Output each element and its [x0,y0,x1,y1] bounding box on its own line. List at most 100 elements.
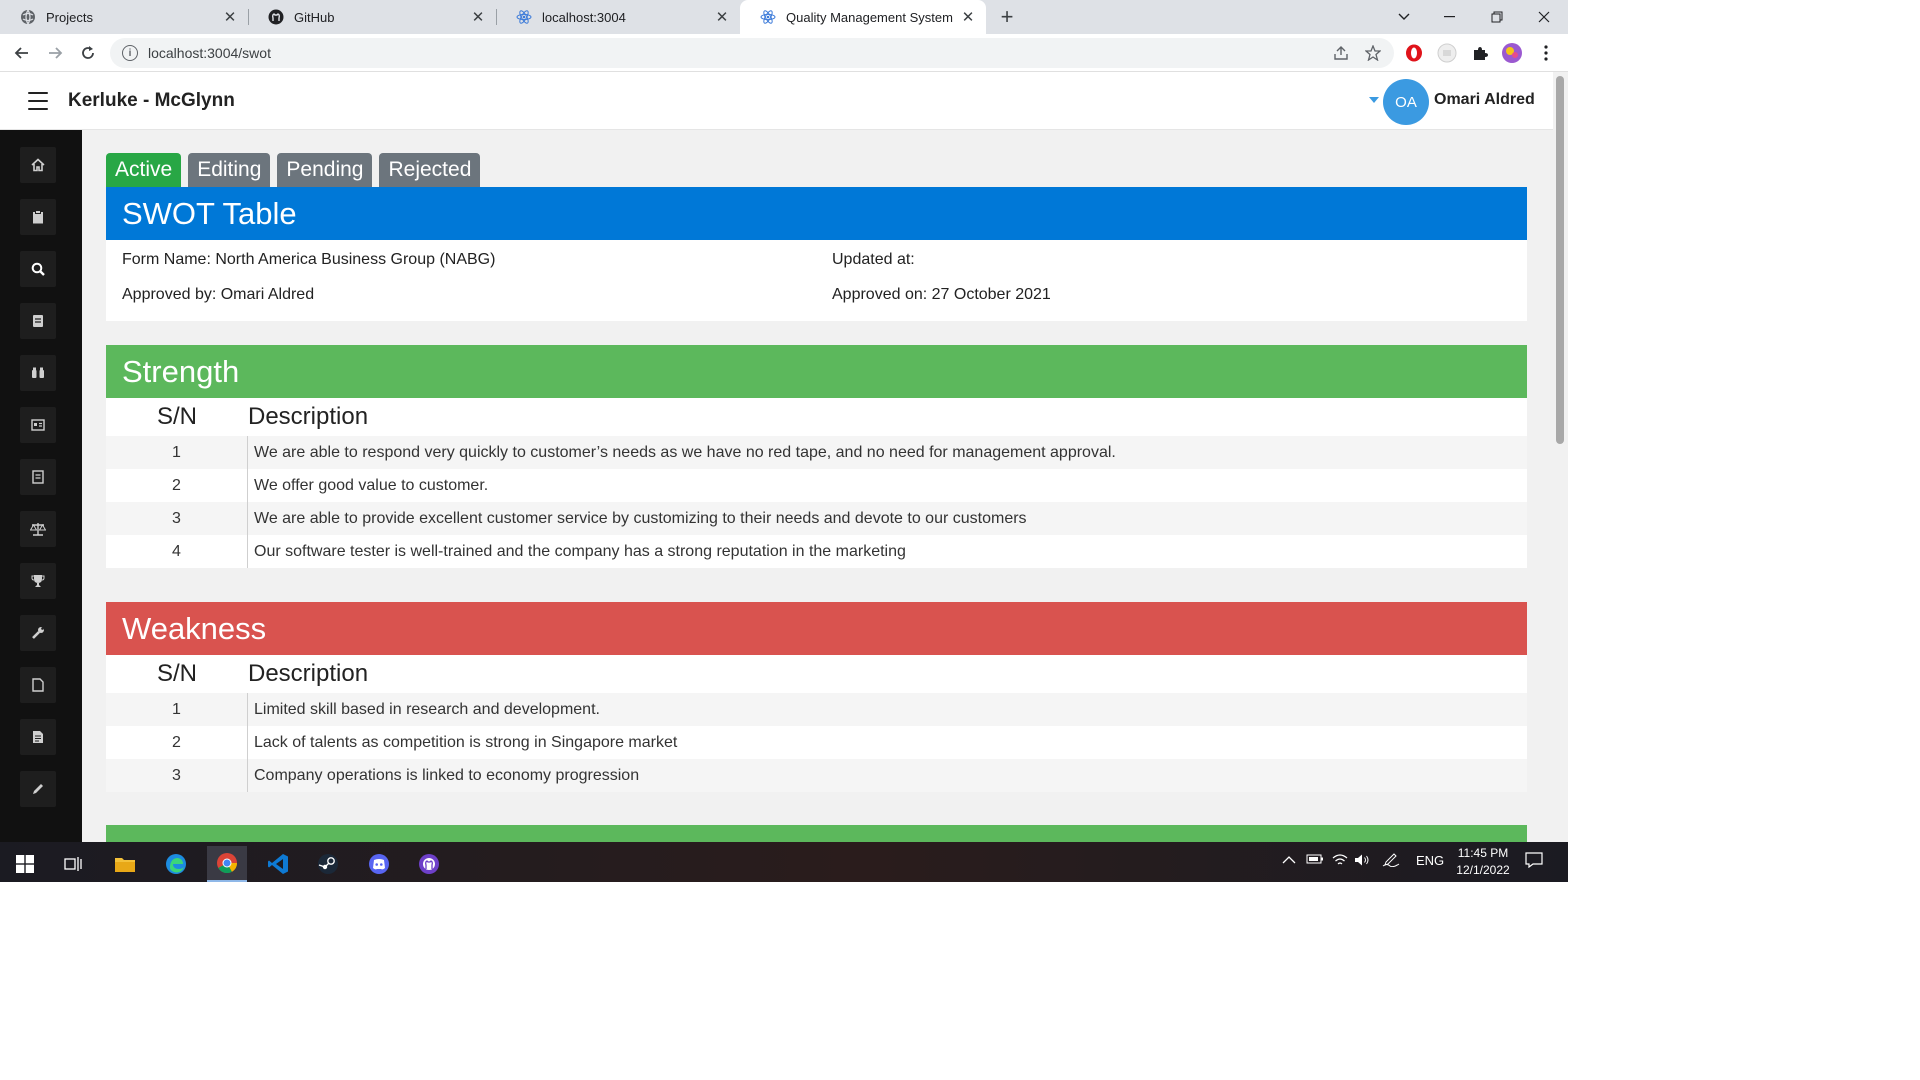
forward-icon[interactable] [42,40,68,66]
column-sn: S/N [156,660,197,687]
browser-tab-qms[interactable]: Quality Management System ✕ [740,0,986,34]
user-avatar[interactable]: OA [1383,79,1429,125]
extension-icon[interactable] [1435,41,1459,65]
restore-icon[interactable] [1474,0,1520,34]
table-row: 3 Company operations is linked to econom… [106,759,1527,792]
browser-tab-projects[interactable]: Projects ✕ [0,0,248,34]
tab-pending[interactable]: Pending [277,153,373,187]
clock-date: 12/1/2022 [1456,863,1510,877]
strength-header: Strength [106,345,1527,398]
sidebar-search-icon[interactable] [20,251,56,287]
status-tabs: Active Editing Pending Rejected [106,153,481,187]
battery-icon[interactable] [1306,853,1324,868]
user-name[interactable]: Omari Aldred [1434,91,1535,109]
github-desktop-icon[interactable] [409,846,449,882]
row-description: We are able to provide excellent custome… [254,509,1027,527]
tab-title: GitHub [294,9,335,25]
opportunity-header-partial [106,825,1527,842]
share-icon[interactable] [1329,41,1353,65]
close-tab-icon[interactable]: ✕ [960,9,976,26]
react-icon [760,9,776,25]
sidebar-balance-scale-icon[interactable] [20,511,56,547]
row-sn: 2 [106,469,248,502]
steam-icon[interactable] [308,846,348,882]
app-header: Kerluke - McGlynn OA Omari Aldred [0,72,1553,130]
close-tab-icon[interactable]: ✕ [470,9,486,26]
sidebar-file-text-icon[interactable] [20,719,56,755]
main-content: Active Editing Pending Rejected SWOT Tab… [82,130,1553,842]
approved-on: Approved on: 27 October 2021 [832,286,1051,303]
system-clock[interactable]: 11:45 PM 12/1/2022 [1448,845,1518,879]
row-sn: 2 [106,726,248,759]
file-explorer-icon[interactable] [105,846,145,882]
sidebar-id-card-icon[interactable] [20,407,56,443]
tab-search-icon[interactable] [1381,0,1427,34]
site-info-icon[interactable]: i [122,45,138,61]
user-dropdown-caret-icon[interactable] [1369,97,1379,103]
reload-icon[interactable] [75,40,101,66]
github-icon [268,9,284,25]
table-header: S/N Description [106,398,1527,436]
bookmark-star-icon[interactable] [1361,41,1385,65]
address-bar[interactable]: i localhost:3004/swot [110,38,1394,68]
table-row: 1 Limited skill based in research and de… [106,693,1527,726]
sidebar-file-icon[interactable] [20,667,56,703]
back-icon[interactable] [9,40,35,66]
weakness-header: Weakness [106,602,1527,655]
wifi-icon[interactable] [1332,853,1348,870]
profile-icon[interactable] [1500,41,1524,65]
table-row: 4 Our software tester is well-trained an… [106,535,1527,568]
task-view-icon[interactable] [53,846,93,882]
hamburger-menu-icon[interactable] [28,92,48,110]
row-description: Our software tester is well-trained and … [254,542,906,560]
notifications-icon[interactable] [1525,852,1543,871]
scrollbar-thumb[interactable] [1556,76,1564,444]
strength-table: S/N Description 1 We are able to respond… [106,398,1527,568]
approved-by: Approved by: Omari Aldred [122,286,315,303]
chrome-icon[interactable] [207,846,247,882]
opera-extension-icon[interactable] [1402,41,1426,65]
volume-icon[interactable] [1354,853,1370,870]
sidebar-wrench-icon[interactable] [20,615,56,651]
sidebar-trophy-icon[interactable] [20,563,56,599]
row-sn: 1 [106,436,248,469]
discord-icon[interactable] [359,846,399,882]
column-description: Description [248,660,369,687]
close-tab-icon[interactable]: ✕ [222,9,238,26]
clock-time: 11:45 PM [1457,846,1509,860]
new-tab-button[interactable]: + [996,4,1018,29]
weakness-table: S/N Description 1 Limited skill based in… [106,655,1527,792]
browser-toolbar: i localhost:3004/swot [0,34,1568,72]
sidebar-pencil-icon[interactable] [20,771,56,807]
puzzle-icon[interactable] [1468,41,1492,65]
menu-dots-icon[interactable] [1534,41,1558,65]
browser-tab-strip: Projects ✕ GitHub ✕ localhost:3004 ✕ Qua… [0,0,1568,34]
edge-icon[interactable] [156,846,196,882]
tab-rejected[interactable]: Rejected [379,153,481,187]
sidebar-clipboard-icon[interactable] [20,199,56,235]
tab-title: Projects [46,9,93,25]
sidebar [0,130,82,842]
vscode-icon[interactable] [258,846,298,882]
browser-tab-localhost[interactable]: localhost:3004 ✕ [496,0,740,34]
updated-at: Updated at: [832,251,915,268]
table-row: 1 We are able to respond very quickly to… [106,436,1527,469]
windows-start-icon[interactable] [5,846,45,882]
show-hidden-icons-icon[interactable] [1282,853,1296,868]
row-description: Lack of talents as competition is strong… [254,733,678,751]
tab-active[interactable]: Active [106,153,182,187]
sidebar-binoculars-icon[interactable] [20,355,56,391]
globe-icon [20,9,36,25]
tab-editing[interactable]: Editing [188,153,271,187]
sidebar-home-icon[interactable] [20,147,56,183]
close-tab-icon[interactable]: ✕ [714,9,730,26]
row-sn: 1 [106,693,248,726]
close-window-icon[interactable] [1521,0,1567,34]
sidebar-report-icon[interactable] [20,459,56,495]
pen-workspace-icon[interactable] [1382,853,1400,870]
language-indicator[interactable]: ENG [1416,853,1444,868]
browser-tab-github[interactable]: GitHub ✕ [248,0,496,34]
sidebar-document-icon[interactable] [20,303,56,339]
minimize-icon[interactable] [1426,0,1472,34]
swot-table-title: SWOT Table [106,187,1527,240]
